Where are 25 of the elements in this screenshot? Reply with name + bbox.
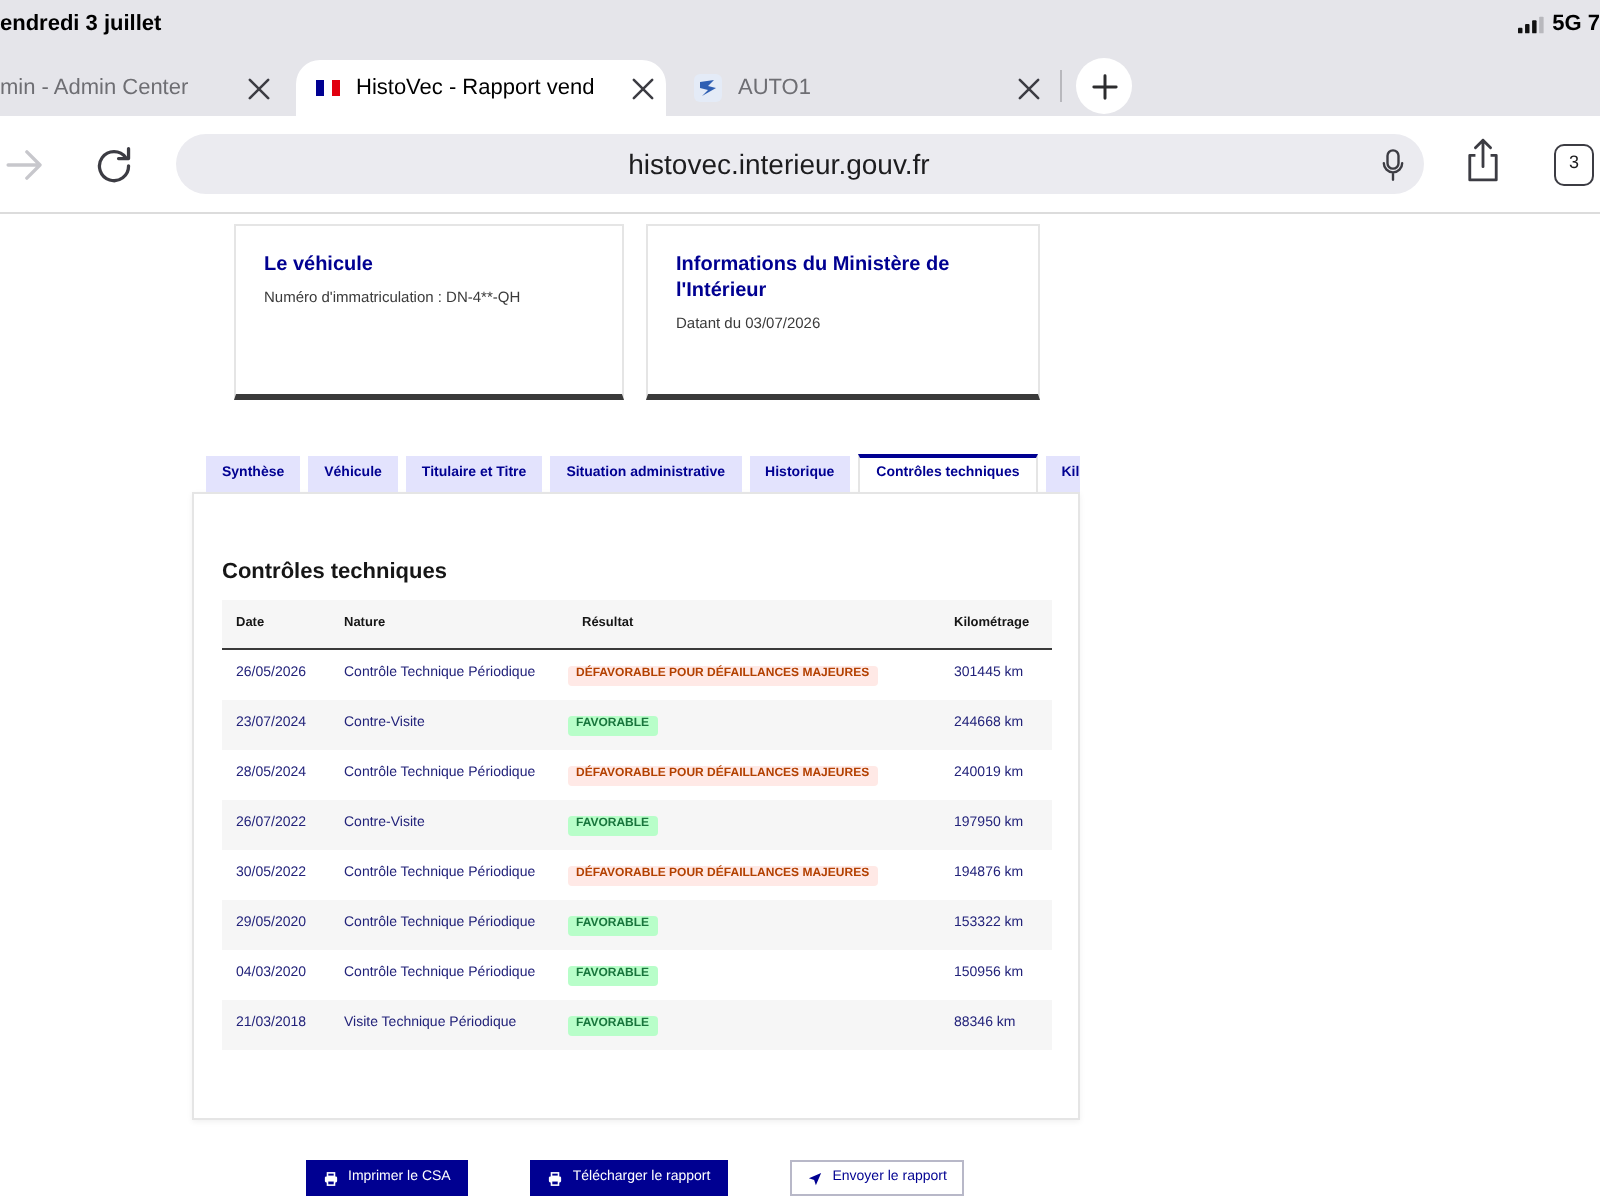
tab-count-button[interactable]: 3 <box>1554 143 1594 185</box>
signal-icon <box>1518 16 1545 34</box>
printer-icon <box>324 1171 338 1185</box>
browser-tab[interactable]: min - Admin Center <box>0 60 290 116</box>
card-title: Informations du Ministère de l'Intérieur <box>676 252 952 304</box>
plus-icon <box>1091 73 1117 99</box>
close-icon[interactable] <box>248 77 270 99</box>
close-icon[interactable] <box>632 77 654 99</box>
browser-tab[interactable]: AUTO1 <box>676 60 1060 116</box>
microphone-icon[interactable] <box>1382 147 1404 181</box>
share-icon[interactable] <box>1466 138 1500 184</box>
status-date: endredi 3 juillet <box>0 10 162 41</box>
close-icon[interactable] <box>1018 77 1040 99</box>
network-indicator: 5G 7 <box>1552 10 1600 41</box>
reload-icon[interactable] <box>94 144 134 184</box>
card-title: Le véhicule <box>264 252 375 278</box>
browser-tab[interactable]: HistoVec - Rapport vend <box>296 60 666 116</box>
printer-icon <box>548 1171 563 1185</box>
send-icon <box>808 1171 823 1185</box>
section-heading: Contrôles techniques <box>222 558 449 586</box>
address-field[interactable]: histovec.interieur.gouv.fr <box>176 134 1424 194</box>
url-text: histovec.interieur.gouv.fr <box>626 145 932 184</box>
app-logo-icon <box>694 74 722 102</box>
new-tab-button[interactable] <box>1076 58 1132 114</box>
flag-icon <box>316 80 340 96</box>
